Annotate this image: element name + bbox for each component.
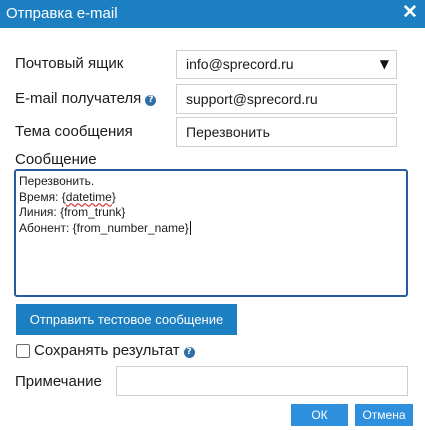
mailbox-value: info@sprecord.ru (186, 56, 294, 72)
dialog-titlebar: Отправка e-mail ✕ (0, 0, 425, 28)
note-input[interactable] (116, 366, 408, 396)
send-test-message-button[interactable]: Отправить тестовое сообщение (16, 304, 237, 335)
help-icon[interactable]: ? (183, 347, 195, 358)
save-result-label: Сохранять результат? (34, 342, 195, 359)
subject-label: Тема сообщения (15, 123, 133, 140)
recipient-input[interactable]: support@sprecord.ru (176, 84, 397, 114)
message-line: Линия: {from_trunk} (19, 205, 126, 219)
message-line: Абонент: {from_number_name} (19, 220, 189, 235)
mailbox-label: Почтовый ящик (15, 55, 124, 72)
save-result-checkbox[interactable] (16, 344, 30, 358)
ok-button[interactable]: ОК (291, 404, 348, 426)
text-cursor (189, 220, 191, 235)
save-result-label-text: Сохранять результат (34, 342, 180, 359)
message-textarea[interactable]: Перезвонить. Время: {datetime} Линия: {f… (14, 169, 408, 297)
subject-input[interactable]: Перезвонить (176, 117, 397, 147)
message-misspelled-word: datetime (65, 189, 112, 204)
message-line: } (111, 189, 116, 204)
help-icon[interactable]: ? (145, 95, 157, 106)
message-label: Сообщение (15, 151, 97, 168)
recipient-label-text: E-mail получателя (15, 90, 142, 107)
close-icon[interactable]: ✕ (400, 3, 420, 23)
message-line: Перезвонить. (19, 174, 95, 188)
note-label: Примечание (15, 373, 102, 390)
dialog-title: Отправка e-mail (6, 5, 118, 22)
cancel-button[interactable]: Отмена (355, 404, 413, 426)
mailbox-select[interactable]: info@sprecord.ru ▼ (176, 50, 397, 79)
chevron-down-icon: ▼ (379, 57, 389, 71)
message-line: Время: { (19, 189, 66, 204)
recipient-label: E-mail получателя? (15, 90, 157, 107)
